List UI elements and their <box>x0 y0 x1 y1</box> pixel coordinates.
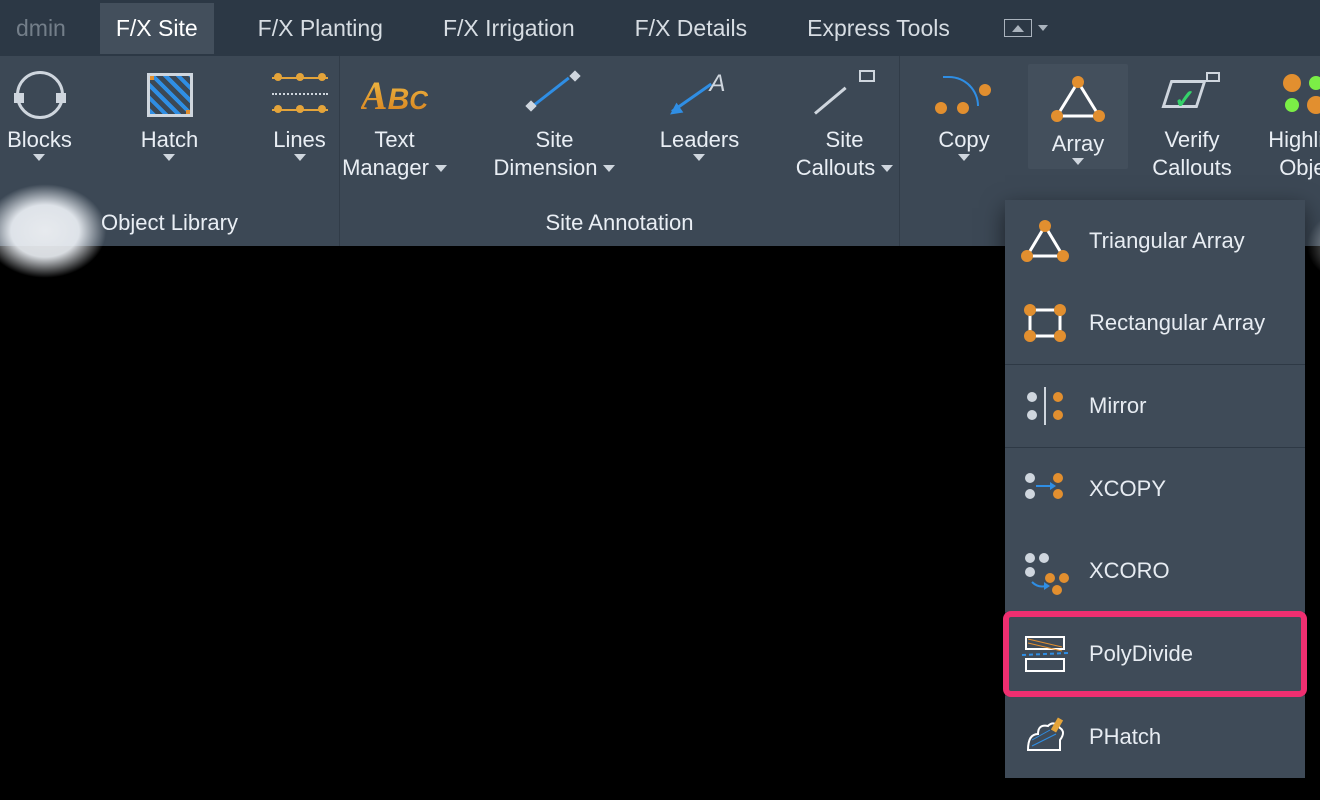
menu-item-label: XCOPY <box>1089 476 1166 502</box>
array-button[interactable]: Array <box>1028 64 1128 169</box>
tool-label: Verify <box>1164 126 1219 154</box>
panel-title: Object Library <box>101 204 238 246</box>
chevron-down-icon <box>881 165 893 172</box>
chevron-down-icon <box>693 154 705 161</box>
chevron-down-icon <box>603 165 615 172</box>
chevron-down-icon <box>958 154 970 161</box>
copy-button[interactable]: Copy <box>914 64 1014 161</box>
menu-item-rectangular-array[interactable]: Rectangular Array <box>1005 282 1305 364</box>
ribbon-tab-strip: dmin F/X Site F/X Planting F/X Irrigatio… <box>0 0 1320 56</box>
highlight-object-button[interactable]: HighlightObject <box>1256 64 1320 182</box>
tab-fx-planting[interactable]: F/X Planting <box>242 3 399 54</box>
panel-site-annotation: ABC TextManager SiteDimension A Leaders … <box>340 56 900 246</box>
chevron-down-icon <box>33 154 45 161</box>
tab-fx-site[interactable]: F/X Site <box>100 3 214 54</box>
panel-title: Site Annotation <box>545 204 693 246</box>
menu-item-mirror[interactable]: Mirror <box>1005 365 1305 447</box>
ribbon-display-dropdown[interactable] <box>1004 19 1048 37</box>
callouts-icon <box>815 70 875 120</box>
text-manager-button[interactable]: ABC TextManager <box>330 64 460 182</box>
tool-label: Hatch <box>141 126 198 154</box>
panel-object-library: Blocks Hatch Lines Object Library <box>0 56 340 246</box>
copy-icon <box>935 72 993 118</box>
chevron-down-icon <box>163 154 175 161</box>
dimension-icon <box>525 70 585 120</box>
menu-item-label: Triangular Array <box>1089 228 1245 254</box>
blocks-button[interactable]: Blocks <box>0 64 90 161</box>
tab-fx-irrigation[interactable]: F/X Irrigation <box>427 3 591 54</box>
tool-label: Highlight <box>1268 126 1320 154</box>
tab-cut-left: dmin <box>10 15 72 42</box>
rect-array-icon <box>1019 300 1071 346</box>
menu-item-label: PolyDivide <box>1089 641 1193 667</box>
leaders-icon: A <box>670 70 730 120</box>
tool-label: Object <box>1279 154 1320 182</box>
tool-label: Array <box>1052 130 1105 158</box>
tool-label: Callouts <box>796 154 875 182</box>
menu-item-label: Mirror <box>1089 393 1146 419</box>
hatch-button[interactable]: Hatch <box>120 64 220 161</box>
menu-item-label: PHatch <box>1089 724 1161 750</box>
tool-label: Copy <box>938 126 989 154</box>
tool-label: Callouts <box>1152 154 1231 182</box>
tab-express-tools[interactable]: Express Tools <box>791 3 966 54</box>
leaders-button[interactable]: A Leaders <box>650 64 750 161</box>
mirror-icon <box>1019 383 1071 429</box>
tool-label: Manager <box>342 154 429 182</box>
highlight-icon <box>1283 72 1320 118</box>
menu-item-xcopy[interactable]: XCOPY <box>1005 448 1305 530</box>
tab-fx-details[interactable]: F/X Details <box>619 3 763 54</box>
tool-label: Text <box>374 126 414 154</box>
tool-label: Site <box>536 126 574 154</box>
menu-item-phatch[interactable]: PHatch <box>1005 696 1305 778</box>
verify-callouts-button[interactable]: ✓ VerifyCallouts <box>1142 64 1242 182</box>
blocks-icon <box>16 71 64 119</box>
chevron-down-icon <box>1072 158 1084 165</box>
verify-icon: ✓ <box>1164 72 1220 118</box>
tool-label: Leaders <box>660 126 740 154</box>
xcopy-icon <box>1019 466 1071 512</box>
chevron-down-icon <box>294 154 306 161</box>
caret-down-icon <box>1038 25 1048 31</box>
chevron-down-icon <box>435 165 447 172</box>
site-dimension-button[interactable]: SiteDimension <box>490 64 620 182</box>
xcoro-icon <box>1019 548 1071 594</box>
menu-item-label: Rectangular Array <box>1089 310 1265 336</box>
menu-item-xcoro[interactable]: XCORO <box>1005 530 1305 612</box>
array-dropdown-menu: Triangular Array Rectangular Array Mirro… <box>1005 200 1305 778</box>
phatch-icon <box>1019 714 1071 760</box>
menu-item-triangular-array[interactable]: Triangular Array <box>1005 200 1305 282</box>
tri-array-icon <box>1019 218 1071 264</box>
menu-item-label: XCORO <box>1089 558 1170 584</box>
polydivide-icon <box>1019 631 1071 677</box>
hatch-icon <box>147 73 193 117</box>
tool-label: Site <box>826 126 864 154</box>
tool-label: Dimension <box>494 154 598 182</box>
menu-item-polydivide[interactable]: PolyDivide <box>1005 613 1305 695</box>
caret-up-icon <box>1012 25 1024 32</box>
array-icon <box>1051 76 1105 122</box>
tool-label: Blocks <box>7 126 72 154</box>
site-callouts-button[interactable]: SiteCallouts <box>780 64 910 182</box>
textmgr-icon: ABC <box>361 72 428 119</box>
